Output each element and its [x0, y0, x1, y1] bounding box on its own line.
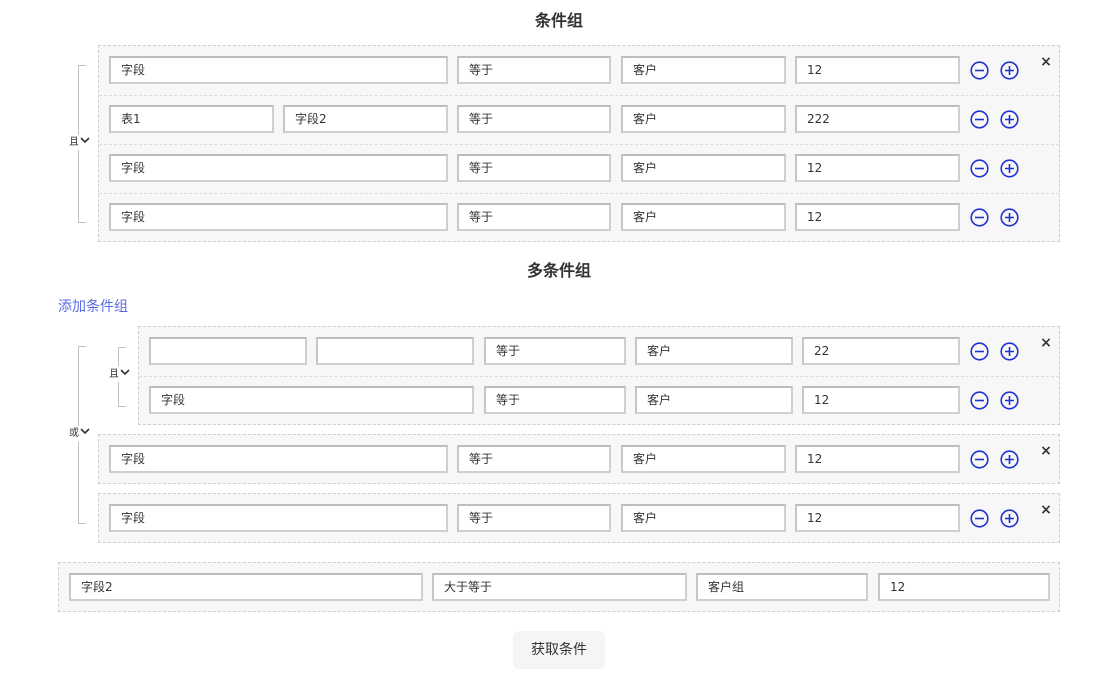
logic-select-label: 或 — [69, 428, 79, 439]
type-select[interactable]: 客户 — [635, 337, 793, 365]
get-conditions-button[interactable]: 获取条件 — [513, 631, 605, 669]
value-input[interactable]: 222 — [795, 105, 960, 133]
value-input[interactable]: 22 — [802, 337, 960, 365]
table-input[interactable]: 表1 — [109, 105, 274, 133]
type-select[interactable]: 客户 — [621, 203, 786, 231]
plus-circle-icon[interactable] — [1000, 208, 1019, 227]
table-input[interactable] — [149, 337, 307, 365]
value-input[interactable]: 12 — [795, 56, 960, 84]
field-input[interactable]: 字段 — [149, 386, 474, 414]
section-title-multi-condition-group: 多条件组 — [526, 261, 591, 280]
logic-bracket-top — [78, 346, 86, 426]
logic-bracket-top — [78, 65, 86, 135]
operator-select[interactable]: 等于 — [457, 56, 611, 84]
type-select[interactable]: 客户 — [635, 386, 793, 414]
value-input[interactable]: 12 — [878, 573, 1050, 601]
operator-select[interactable]: 等于 — [457, 105, 611, 133]
nested-condition-group-panel: × 等于 客户 22 字段 等于 客户 12 — [138, 326, 1060, 425]
section-title-condition-group: 条件组 — [534, 11, 583, 30]
minus-circle-icon[interactable] — [970, 450, 989, 469]
condition-group-panel: × 字段 等于 客户 12 表1 字段2 等于 客户 222 字段 等于 客户 … — [98, 45, 1060, 242]
operator-select[interactable]: 等于 — [457, 154, 611, 182]
chevron-down-icon — [80, 426, 90, 440]
minus-circle-icon[interactable] — [970, 159, 989, 178]
logic-select-label: 且 — [69, 137, 79, 148]
operator-select[interactable]: 大于等于 — [432, 573, 687, 601]
chevron-down-icon — [120, 367, 130, 381]
field-input[interactable]: 字段 — [109, 203, 448, 231]
row-divider — [99, 144, 1059, 145]
value-input[interactable]: 12 — [795, 154, 960, 182]
value-input[interactable]: 12 — [795, 504, 960, 532]
type-select[interactable]: 客户 — [621, 154, 786, 182]
close-icon[interactable]: × — [1039, 444, 1053, 458]
value-input[interactable]: 12 — [795, 203, 960, 231]
operator-select[interactable]: 等于 — [484, 386, 626, 414]
field-input[interactable]: 字段 — [109, 504, 448, 532]
row-divider — [99, 95, 1059, 96]
plus-circle-icon[interactable] — [1000, 159, 1019, 178]
logic-select-and[interactable]: 且 — [109, 367, 132, 382]
operator-select[interactable]: 等于 — [457, 203, 611, 231]
close-icon[interactable]: × — [1039, 503, 1053, 517]
operator-select[interactable]: 等于 — [457, 504, 611, 532]
logic-bracket-bottom — [118, 382, 126, 407]
type-select[interactable]: 客户 — [621, 504, 786, 532]
plus-circle-icon[interactable] — [1000, 450, 1019, 469]
plus-circle-icon[interactable] — [1000, 391, 1019, 410]
chevron-down-icon — [80, 135, 90, 149]
add-condition-group-link[interactable]: 添加条件组 — [58, 296, 128, 316]
plus-circle-icon[interactable] — [1000, 110, 1019, 129]
single-condition-panel: 字段2 大于等于 客户组 12 — [58, 562, 1060, 612]
row-divider — [139, 376, 1059, 377]
type-select[interactable]: 客户 — [621, 105, 786, 133]
field-input[interactable] — [316, 337, 474, 365]
condition-group-panel: × 字段 等于 客户 12 — [98, 493, 1060, 543]
plus-circle-icon[interactable] — [1000, 509, 1019, 528]
type-select[interactable]: 客户组 — [696, 573, 868, 601]
logic-select-and[interactable]: 且 — [69, 135, 92, 150]
operator-select[interactable]: 等于 — [484, 337, 626, 365]
logic-bracket-top — [118, 347, 126, 366]
logic-select-or[interactable]: 或 — [69, 426, 92, 441]
operator-select[interactable]: 等于 — [457, 445, 611, 473]
row-divider — [99, 193, 1059, 194]
minus-circle-icon[interactable] — [970, 110, 989, 129]
close-icon[interactable]: × — [1039, 336, 1053, 350]
minus-circle-icon[interactable] — [970, 509, 989, 528]
field-input[interactable]: 字段 — [109, 154, 448, 182]
minus-circle-icon[interactable] — [970, 61, 989, 80]
logic-select-label: 且 — [109, 369, 119, 380]
value-input[interactable]: 12 — [802, 386, 960, 414]
minus-circle-icon[interactable] — [970, 391, 989, 410]
minus-circle-icon[interactable] — [970, 342, 989, 361]
type-select[interactable]: 客户 — [621, 445, 786, 473]
close-icon[interactable]: × — [1039, 55, 1053, 69]
field-input[interactable]: 字段2 — [69, 573, 423, 601]
field-input[interactable]: 字段 — [109, 56, 448, 84]
type-select[interactable]: 客户 — [621, 56, 786, 84]
plus-circle-icon[interactable] — [1000, 61, 1019, 80]
condition-group-panel: × 字段 等于 客户 12 — [98, 434, 1060, 484]
plus-circle-icon[interactable] — [1000, 342, 1019, 361]
logic-bracket-bottom — [78, 150, 86, 223]
value-input[interactable]: 12 — [795, 445, 960, 473]
field-input[interactable]: 字段2 — [283, 105, 448, 133]
minus-circle-icon[interactable] — [970, 208, 989, 227]
logic-bracket-bottom — [78, 442, 86, 524]
field-input[interactable]: 字段 — [109, 445, 448, 473]
